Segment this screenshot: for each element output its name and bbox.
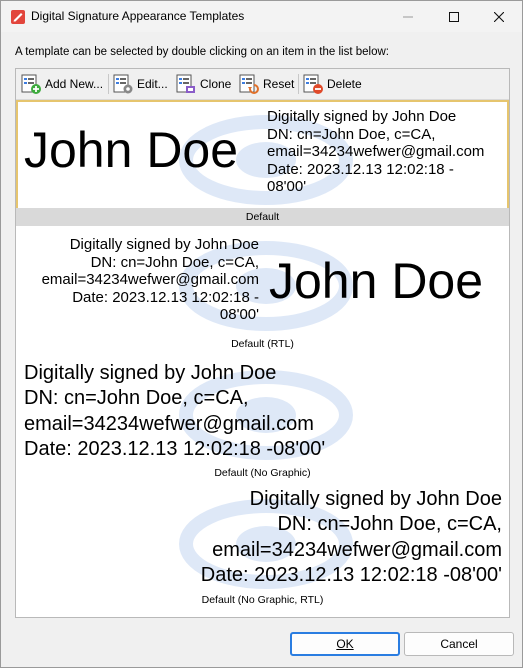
delete-label: Delete (327, 77, 362, 91)
signer-name-graphic: John Doe (269, 253, 484, 309)
signature-line: email=34234wefwer@gmail.com (41, 271, 259, 289)
clone-button[interactable]: Clone (175, 72, 231, 96)
minimize-icon[interactable] (385, 1, 431, 32)
signature-line: DN: cn=John Doe, c=CA, (267, 125, 436, 143)
signer-name-graphic: John Doe (24, 122, 239, 178)
signature-line: 08'00' (267, 178, 307, 196)
ok-button[interactable]: OK (290, 632, 400, 656)
signature-details: Digitally signed by John Doe DN: cn=John… (201, 487, 502, 589)
signature-templates-dialog: Digital Signature Appearance Templates A… (0, 0, 523, 668)
cancel-label: Cancel (440, 637, 478, 651)
signature-line: DN: cn=John Doe, c=CA, (90, 253, 259, 271)
template-caption: Default (RTL) (231, 338, 294, 350)
reset-template-icon (239, 74, 259, 94)
signature-line: Digitally signed by John Doe (69, 236, 259, 253)
add-new-label: Add New... (45, 77, 104, 91)
edit-button[interactable]: Edit... (112, 72, 168, 96)
template-item-default-no-graphic[interactable]: Digitally signed by John Doe DN: cn=John… (16, 357, 509, 485)
reset-label: Reset (263, 77, 295, 91)
signature-line: Date: 2023.12.13 12:02:18 - (267, 160, 454, 178)
template-caption: Default (No Graphic, RTL) (201, 594, 324, 606)
template-item-default-rtl[interactable]: Digitally signed by John Doe DN: cn=John… (16, 228, 509, 356)
template-caption: Default (16, 208, 509, 226)
signature-line: Digitally signed by John Doe (267, 108, 457, 125)
delete-template-icon (303, 74, 323, 94)
toolbar-separator (108, 74, 109, 94)
signature-line: 08'00' (219, 306, 259, 324)
edit-label: Edit... (137, 77, 168, 91)
signature-line: Digitally signed by John Doe (249, 488, 502, 510)
clone-template-icon (176, 74, 195, 93)
instruction-text: A template can be selected by double cli… (15, 46, 389, 58)
template-item-default[interactable]: John Doe Digitally signed by John Doe DN… (16, 100, 509, 226)
edit-template-icon (113, 74, 133, 94)
signature-line: email=34234wefwer@gmail.com (267, 143, 485, 161)
close-icon[interactable] (476, 1, 522, 32)
signature-line: email=34234wefwer@gmail.com (212, 538, 502, 561)
templates-panel: Add New... Edit... Clone Reset Delete Jo… (15, 68, 510, 618)
clone-label: Clone (200, 77, 232, 91)
signature-line: Digitally signed by John Doe (24, 362, 277, 384)
ok-label: OK (336, 637, 354, 651)
signature-line: email=34234wefwer@gmail.com (24, 412, 314, 435)
title-bar: Digital Signature Appearance Templates (1, 1, 522, 32)
templates-toolbar: Add New... Edit... Clone Reset Delete (16, 69, 509, 100)
template-caption: Default (No Graphic) (214, 467, 311, 479)
signature-line: Date: 2023.12.13 12:02:18 -08'00' (200, 564, 502, 587)
maximize-icon[interactable] (431, 1, 477, 32)
template-item-default-no-graphic-rtl[interactable]: Digitally signed by John Doe DN: cn=John… (16, 486, 509, 616)
pdf-app-icon (11, 10, 25, 24)
signature-line: DN: cn=John Doe, c=CA, (24, 387, 249, 410)
reset-button[interactable]: Reset (238, 72, 294, 96)
add-template-icon (21, 74, 41, 94)
cancel-button[interactable]: Cancel (404, 632, 514, 656)
signature-line: DN: cn=John Doe, c=CA, (277, 513, 502, 536)
delete-button[interactable]: Delete (302, 72, 362, 96)
add-new-button[interactable]: Add New... (20, 72, 103, 96)
signature-details: Digitally signed by John Doe DN: cn=John… (42, 236, 259, 324)
signature-line: Date: 2023.12.13 12:02:18 - (72, 288, 259, 306)
signature-line: Date: 2023.12.13 12:02:18 -08'00' (24, 438, 326, 461)
window-title: Digital Signature Appearance Templates (31, 9, 245, 23)
signature-details: Digitally signed by John Doe DN: cn=John… (267, 108, 484, 196)
templates-list: John Doe Digitally signed by John Doe DN… (16, 100, 509, 617)
signature-details: Digitally signed by John Doe DN: cn=John… (24, 361, 325, 463)
toolbar-separator (298, 74, 299, 94)
